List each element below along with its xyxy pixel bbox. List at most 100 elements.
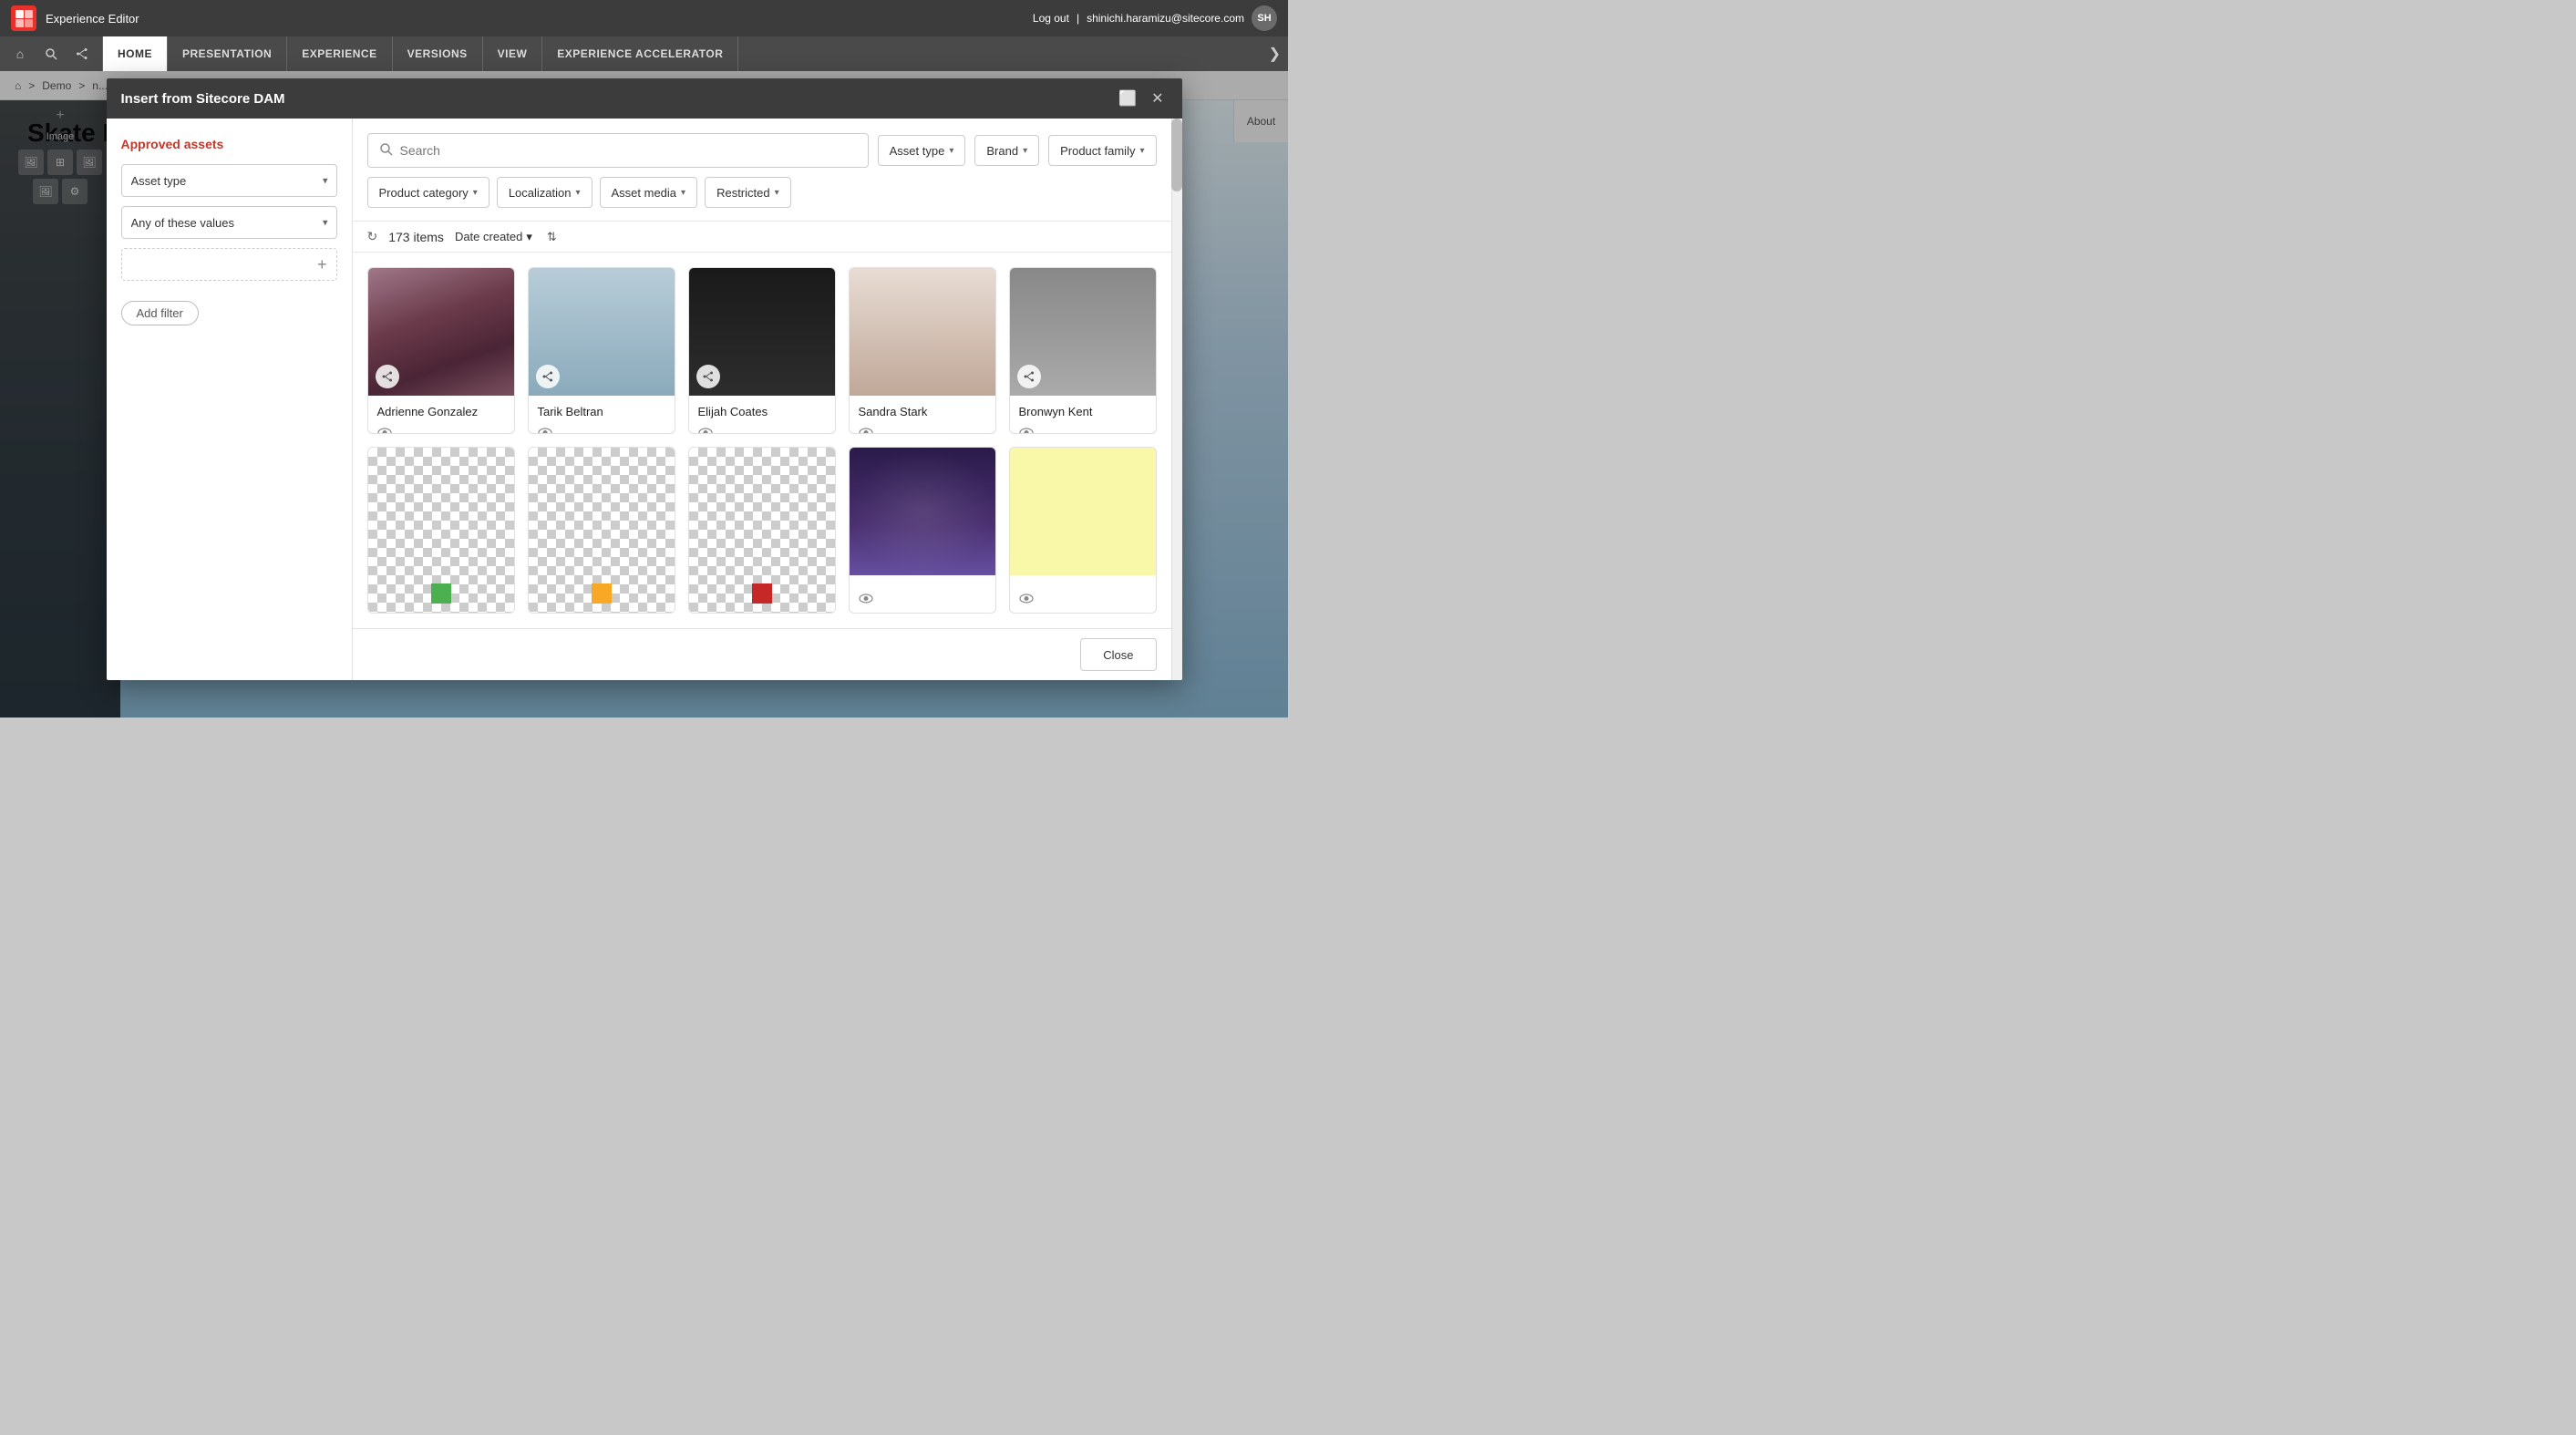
sort-order-icon[interactable]: ⇅: [547, 230, 557, 244]
refresh-button[interactable]: ↻: [367, 229, 378, 244]
asset-info: [368, 613, 514, 614]
home-icon[interactable]: ⌂: [7, 41, 33, 67]
modal-footer: Close: [353, 628, 1171, 680]
restricted-chip[interactable]: Restricted ▾: [705, 177, 791, 208]
share-overlay-icon: [376, 365, 399, 388]
scroll-thumb: [1171, 119, 1182, 191]
asset-preview-icon[interactable]: [1019, 426, 1034, 434]
asset-card[interactable]: Tarik Beltran: [528, 267, 675, 434]
nav-tab-accelerator[interactable]: EXPERIENCE ACCELERATOR: [542, 36, 738, 71]
scroll-bar[interactable]: [1171, 119, 1182, 680]
results-bar: ↻ 173 items Date created ▾ ⇅: [353, 222, 1171, 253]
asset-info: Elijah Coates: [689, 396, 835, 434]
asset-preview-icon[interactable]: [538, 426, 552, 434]
asset-thumbnail: [368, 268, 514, 396]
asset-card[interactable]: Adrienne Gonzalez: [367, 267, 515, 434]
asset-grid: Adrienne Gonzalez: [353, 253, 1171, 628]
asset-info: Tarik Beltran: [529, 396, 675, 434]
nav-chevron[interactable]: ❯: [1262, 36, 1288, 71]
asset-info: Sandra Stark: [850, 396, 995, 434]
asset-preview-icon[interactable]: [859, 426, 873, 434]
asset-thumbnail: [850, 448, 995, 575]
modal-title: Insert from Sitecore DAM: [121, 91, 285, 107]
asset-card[interactable]: [688, 447, 836, 614]
restricted-chevron: ▾: [775, 188, 779, 198]
asset-type-chip-label: Asset type: [890, 144, 945, 158]
asset-type-chip[interactable]: Asset type ▾: [878, 135, 966, 166]
color-block: [752, 583, 772, 604]
asset-thumbnail: [529, 268, 675, 396]
values-filter-wrapper: Any of these values ▾: [121, 206, 337, 239]
asset-preview-icon[interactable]: [698, 426, 713, 434]
nav-tab-versions[interactable]: VERSIONS: [393, 36, 483, 71]
asset-thumbnail: [1010, 268, 1156, 396]
asset-media-label: Asset media: [612, 186, 677, 200]
asset-card[interactable]: Sandra Stark: [849, 267, 996, 434]
asset-thumbnail: [850, 268, 995, 396]
nav-tab-view[interactable]: VIEW: [483, 36, 543, 71]
color-block: [431, 583, 451, 604]
modal-body: Approved assets Asset type ▾ Any of thes…: [107, 119, 1182, 680]
user-email: shinichi.haramizu@sitecore.com: [1087, 12, 1244, 25]
search-input[interactable]: [400, 143, 857, 158]
product-family-chip-label: Product family: [1060, 144, 1135, 158]
asset-preview-icon[interactable]: [859, 592, 873, 607]
share-icon[interactable]: [69, 41, 95, 67]
date-created-label: Date created: [455, 230, 522, 243]
search-box: [367, 133, 869, 168]
brand-chip-chevron: ▾: [1023, 146, 1027, 156]
asset-card[interactable]: [849, 447, 996, 614]
asset-card[interactable]: Bronwyn Kent: [1009, 267, 1157, 434]
top-bar: Experience Editor Log out | shinichi.har…: [0, 0, 1288, 36]
modal-header: Insert from Sitecore DAM ⬜ ✕: [107, 78, 1182, 119]
logout-link[interactable]: Log out: [1033, 12, 1069, 25]
close-modal-button[interactable]: ✕: [1148, 86, 1167, 111]
asset-thumbnail: [529, 448, 675, 613]
asset-preview-icon[interactable]: [377, 426, 392, 434]
top-bar-left: Experience Editor: [11, 5, 139, 31]
asset-name: Tarik Beltran: [538, 405, 665, 418]
values-select[interactable]: Any of these values: [121, 206, 337, 239]
nav-icons: ⌂: [0, 36, 103, 71]
maximize-button[interactable]: ⬜: [1115, 86, 1140, 111]
search-row: Asset type ▾ Brand ▾ Product family ▾: [367, 133, 1157, 168]
search-icon[interactable]: [38, 41, 64, 67]
asset-card[interactable]: [367, 447, 515, 614]
asset-card[interactable]: Elijah Coates: [688, 267, 836, 434]
add-value-plus-icon: +: [317, 255, 327, 274]
approved-assets-label: Approved assets: [121, 137, 337, 151]
avatar: SH: [1252, 5, 1277, 31]
product-family-chip[interactable]: Product family ▾: [1048, 135, 1156, 166]
asset-card[interactable]: [1009, 447, 1157, 614]
add-value-button[interactable]: +: [121, 248, 337, 281]
asset-info: [850, 575, 995, 614]
items-count: 173 items: [388, 230, 444, 244]
add-filter-button[interactable]: Add filter: [121, 301, 199, 325]
nav-tabs: HOME PRESENTATION EXPERIENCE VERSIONS VI…: [103, 36, 738, 71]
nav-bar: ⌂ HOME PRESENTATION EXPERIENCE VERSIONS …: [0, 36, 1288, 71]
modal-main: Asset type ▾ Brand ▾ Product family ▾: [353, 119, 1171, 680]
nav-tab-presentation[interactable]: PRESENTATION: [168, 36, 287, 71]
asset-name: Adrienne Gonzalez: [377, 405, 505, 418]
asset-card[interactable]: [528, 447, 675, 614]
product-category-chevron: ▾: [473, 188, 478, 198]
asset-name: Elijah Coates: [698, 405, 826, 418]
nav-tab-experience[interactable]: EXPERIENCE: [287, 36, 392, 71]
date-sort-control[interactable]: Date created ▾: [455, 230, 532, 244]
nav-tab-home[interactable]: HOME: [103, 36, 168, 71]
asset-name: Sandra Stark: [859, 405, 986, 418]
modal-overlay: Insert from Sitecore DAM ⬜ ✕ Approved as…: [0, 71, 1288, 718]
asset-media-chip[interactable]: Asset media ▾: [600, 177, 698, 208]
asset-thumbnail: [368, 448, 514, 613]
asset-media-chevron: ▾: [681, 188, 685, 198]
localization-chip[interactable]: Localization ▾: [497, 177, 592, 208]
asset-type-select[interactable]: Asset type: [121, 164, 337, 197]
app-title: Experience Editor: [46, 12, 139, 26]
brand-chip-label: Brand: [986, 144, 1018, 158]
asset-info: [529, 613, 675, 614]
color-block: [592, 583, 612, 604]
brand-chip[interactable]: Brand ▾: [974, 135, 1039, 166]
close-button[interactable]: Close: [1080, 638, 1156, 671]
product-category-chip[interactable]: Product category ▾: [367, 177, 489, 208]
asset-preview-icon[interactable]: [1019, 592, 1034, 607]
